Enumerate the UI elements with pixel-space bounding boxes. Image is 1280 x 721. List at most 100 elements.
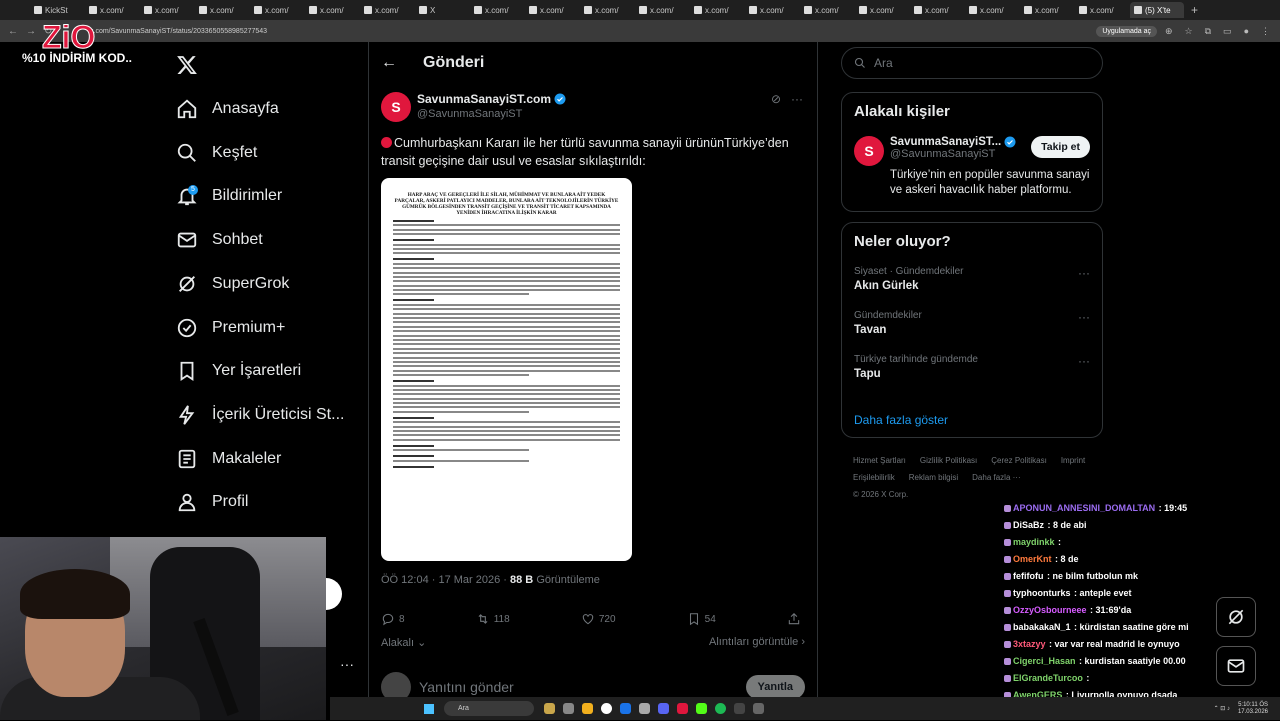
browser-tab[interactable]: x.com/	[745, 2, 799, 18]
browser-tab[interactable]: x.com/	[85, 2, 139, 18]
related-handle[interactable]: @SavunmaSanayiST	[890, 148, 1016, 160]
related-person[interactable]: S SavunmaSanayiST... @SavunmaSanayiST Ta…	[854, 136, 1090, 166]
footer-link[interactable]: Daha fazla ···	[972, 472, 1020, 484]
browser-tab[interactable]: x.com/	[525, 2, 579, 18]
trend-item[interactable]: Gündemdekiler Tavan ···	[854, 310, 1090, 336]
app-icon[interactable]	[563, 703, 574, 714]
browser-tab[interactable]: x.com/	[1020, 2, 1074, 18]
chat-username[interactable]: ElGrandeTurcoo	[1013, 673, 1083, 683]
folder-icon[interactable]	[582, 703, 593, 714]
forward-arrow-icon[interactable]: →	[26, 26, 36, 37]
like-button[interactable]: 720	[581, 612, 616, 626]
browser-tab[interactable]: x.com/	[360, 2, 414, 18]
more-options-icon[interactable]: ···	[1078, 310, 1090, 324]
browser-tab[interactable]: X	[415, 2, 469, 18]
follow-button[interactable]: Takip et	[1031, 136, 1090, 158]
post-image[interactable]: HARP ARAÇ VE GEREÇLERİ İLE SİLAH, MÜHİMM…	[381, 178, 632, 561]
nav-item[interactable]: Sohbet	[176, 225, 263, 255]
avatar[interactable]: S	[854, 136, 884, 166]
browser-tab[interactable]: x.com/	[800, 2, 854, 18]
footer-link[interactable]: Hizmet Şartları	[853, 455, 906, 467]
url-field[interactable]: x.com/SavunmaSanayiST/status/20336505589…	[90, 28, 1096, 35]
post-time[interactable]: ÖÖ 12:04 · 17 Mar 2026 ·	[381, 574, 507, 586]
zoom-icon[interactable]: ⊕	[1165, 26, 1173, 37]
related-name-row[interactable]: SavunmaSanayiST...	[890, 136, 1016, 148]
browser-tab[interactable]: (5) X'te	[1130, 2, 1184, 18]
footer-link[interactable]: Reklam bilgisi	[909, 472, 958, 484]
grok-button[interactable]	[1216, 597, 1256, 637]
browser-tab[interactable]: x.com/	[470, 2, 524, 18]
search-input[interactable]: Ara	[841, 47, 1103, 79]
footer-link[interactable]: Erişilebilirlik	[853, 472, 895, 484]
new-tab-icon[interactable]: +	[1191, 3, 1198, 17]
reply-input[interactable]: Yanıtını gönder	[419, 679, 738, 695]
grok-icon[interactable]: ⊘	[771, 92, 781, 106]
avatar[interactable]: S	[381, 92, 411, 122]
back-arrow-icon[interactable]: ←	[381, 54, 397, 72]
open-in-app-button[interactable]: Uygulamada aç	[1096, 25, 1157, 37]
trend-item[interactable]: Siyaset · Gündemdekiler Akın Gürlek ···	[854, 266, 1090, 292]
more-options-icon[interactable]: ···	[1078, 266, 1090, 280]
app-icon[interactable]	[753, 703, 764, 714]
app-icon[interactable]	[639, 703, 650, 714]
more-options-icon[interactable]: ···	[340, 656, 354, 672]
chat-username[interactable]: OmerKnt	[1013, 554, 1052, 564]
taskbar-search[interactable]: Ara	[444, 701, 534, 716]
chat-username[interactable]: 3xtazyy	[1013, 639, 1046, 649]
author-name[interactable]: SavunmaSanayiST.com	[417, 92, 551, 106]
author-name-row[interactable]: SavunmaSanayiST.com	[417, 92, 566, 106]
show-more-link[interactable]: Daha fazla göster	[854, 413, 948, 427]
app-icon[interactable]	[544, 703, 555, 714]
share-button[interactable]	[787, 612, 801, 626]
nav-item[interactable]: Yer İşaretleri	[176, 356, 301, 386]
account-avatar-button[interactable]	[326, 578, 342, 610]
app-icon[interactable]	[734, 703, 745, 714]
chat-username[interactable]: APONUN_ANNESINI_DOMALTAN	[1013, 503, 1155, 513]
trend-item[interactable]: Türkiye tarihinde gündemde Tapu ···	[854, 354, 1090, 380]
nav-item[interactable]: 5 Bildirimler	[176, 181, 282, 211]
browser-tab[interactable]: x.com/	[1075, 2, 1129, 18]
star-icon[interactable]: ☆	[1185, 26, 1193, 37]
relevance-dropdown[interactable]: Alakalı ⌄	[381, 636, 426, 649]
tray-icons[interactable]: ⌃ ⊡ ♪	[1214, 705, 1230, 712]
windows-start-icon[interactable]	[424, 703, 434, 714]
chat-username[interactable]: maydinkk	[1013, 537, 1055, 547]
browser-tab[interactable]: x.com/	[965, 2, 1019, 18]
nav-item[interactable]: SuperGrok	[176, 269, 289, 299]
browser-tab[interactable]: x.com/	[690, 2, 744, 18]
browser-tab[interactable]: x.com/	[195, 2, 249, 18]
chat-username[interactable]: babakakaN_1	[1013, 622, 1071, 632]
browser-tab[interactable]: x.com/	[305, 2, 359, 18]
sidebar-icon[interactable]: ▭	[1223, 26, 1232, 37]
browser-tab[interactable]: x.com/	[580, 2, 634, 18]
chrome-icon[interactable]	[601, 703, 612, 714]
browser-tab[interactable]: x.com/	[140, 2, 194, 18]
nav-item[interactable]: Anasayfa	[176, 94, 279, 124]
author-handle[interactable]: @SavunmaSanayiST	[417, 108, 566, 120]
menu-icon[interactable]: ⋮	[1261, 26, 1270, 37]
chat-username[interactable]: Cigerci_Hasan	[1013, 656, 1076, 666]
nav-item[interactable]: Makaleler	[176, 444, 281, 474]
browser-tab[interactable]: x.com/	[855, 2, 909, 18]
reply-button[interactable]: 8	[381, 612, 405, 626]
back-arrow-icon[interactable]: ←	[8, 26, 18, 37]
chat-username[interactable]: OzzyOsbourneee	[1013, 605, 1087, 615]
discord-icon[interactable]	[658, 703, 669, 714]
messages-button[interactable]	[1216, 646, 1256, 686]
reply-submit-button[interactable]: Yanıtla	[745, 675, 805, 699]
chat-username[interactable]: DiSaBz	[1013, 520, 1044, 530]
browser-tab[interactable]: KickSt	[30, 2, 84, 18]
chat-username[interactable]: fefifofu	[1013, 571, 1044, 581]
nav-item[interactable]: İçerik Üreticisi St...	[176, 400, 344, 430]
related-name[interactable]: SavunmaSanayiST...	[890, 136, 1001, 148]
profile-icon[interactable]: ●	[1244, 26, 1249, 37]
extensions-icon[interactable]: ⧉	[1205, 26, 1211, 37]
nav-item[interactable]: Profil	[176, 487, 248, 517]
bookmark-button[interactable]: 54	[687, 612, 716, 626]
footer-link[interactable]: Imprint	[1061, 455, 1085, 467]
browser-tab[interactable]: x.com/	[635, 2, 689, 18]
nav-item[interactable]: Premium+	[176, 313, 285, 343]
taskbar-clock[interactable]: 5:10:11 ÖS 17.03.2026	[1238, 702, 1268, 716]
more-options-icon[interactable]: ···	[791, 92, 803, 106]
post-author[interactable]: S SavunmaSanayiST.com @SavunmaSanayiST	[381, 92, 566, 122]
